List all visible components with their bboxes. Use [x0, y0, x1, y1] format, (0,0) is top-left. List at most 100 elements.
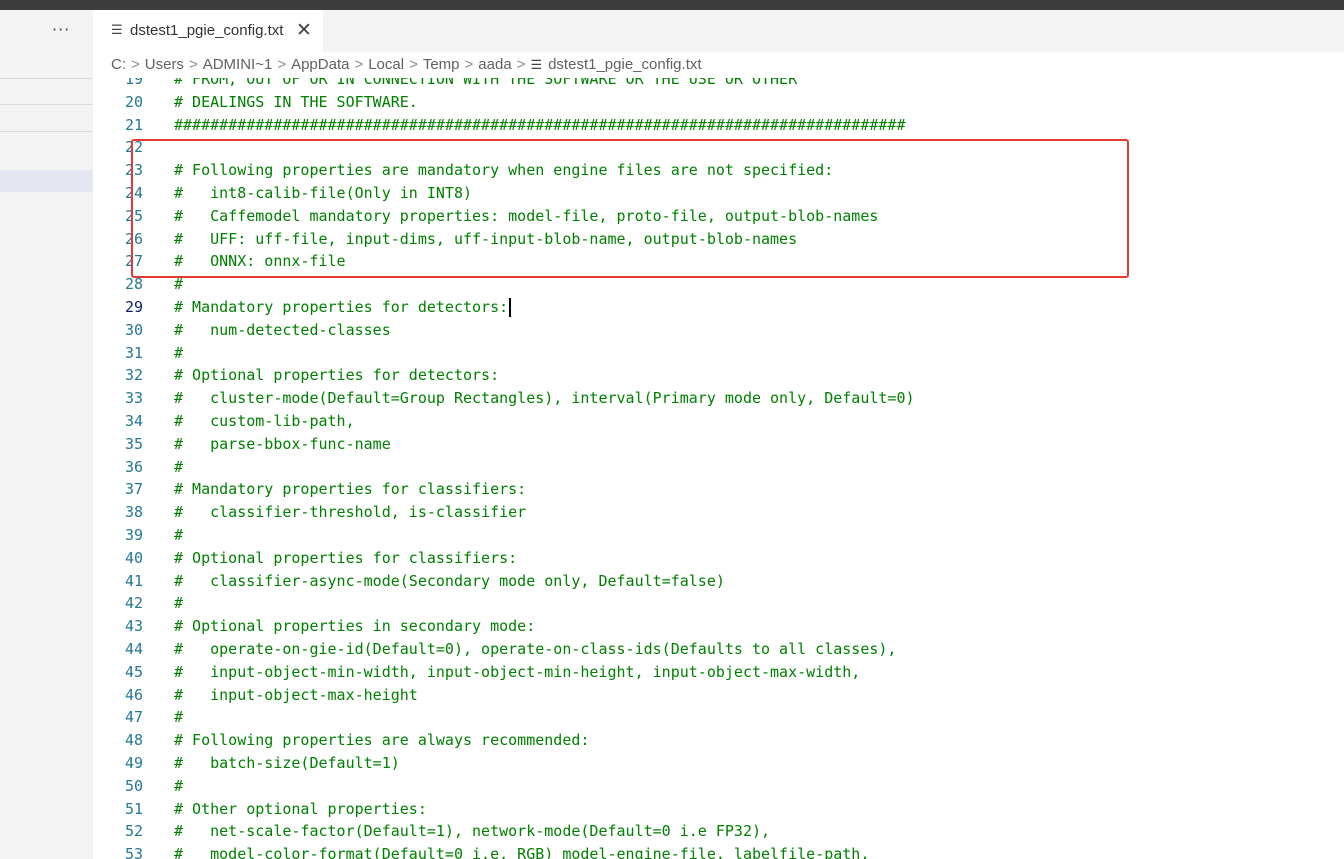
breadcrumb-item-file[interactable]: dstest1_pgie_config.txt — [548, 56, 701, 73]
code-line[interactable]: 51 # Other optional properties: — [93, 798, 1344, 820]
code-line[interactable]: 21 ######################################… — [93, 114, 1344, 136]
chevron-right-icon: > — [277, 56, 287, 73]
sidebar-selected-item[interactable] — [0, 170, 93, 192]
code-line[interactable]: 53 # model-color-format(Default=0 i.e. RG… — [93, 843, 1344, 859]
line-number: 19 — [124, 78, 143, 88]
line-number: 31 — [124, 343, 143, 362]
text-cursor — [509, 298, 512, 317]
code-text: # — [174, 526, 184, 544]
line-number: 36 — [124, 457, 143, 476]
code-text: # operate-on-gie-id(Default=0), operate-… — [174, 640, 897, 658]
breadcrumb: C: > Users > ADMINI~1 > AppData > Local > Temp > aad… — [93, 52, 1344, 78]
line-number: 51 — [124, 799, 143, 818]
code-text: # Following properties are always recomm… — [174, 731, 590, 750]
breadcrumb-item-admin[interactable]: ADMINI~1 — [203, 56, 273, 73]
code-line[interactable]: 46 # input-object-max-height — [93, 684, 1344, 706]
code-text: # batch-size(Default=1) — [174, 754, 400, 772]
line-number: 45 — [124, 662, 143, 681]
code-line[interactable]: 42 # — [93, 592, 1344, 614]
code-text: # — [174, 776, 184, 795]
annotation-box — [131, 139, 1129, 278]
line-number: 46 — [124, 685, 143, 704]
code-line[interactable]: 37 # Mandatory properties for classifiers… — [93, 478, 1344, 500]
line-number: 30 — [124, 320, 143, 339]
tab-bar: ☰ dstest1_pgie_config.txt ✕ — [93, 10, 1344, 52]
breadcrumb-item-aada[interactable]: aada — [478, 56, 511, 73]
code-line[interactable]: 43 # Optional properties in secondary mod… — [93, 615, 1344, 637]
title-bar — [0, 0, 1344, 10]
line-number: 33 — [124, 389, 143, 408]
line-number: 34 — [124, 412, 143, 430]
code-text: # Optional properties in secondary mode: — [174, 617, 536, 636]
more-actions-icon[interactable]: ··· — [52, 20, 70, 39]
close-icon[interactable]: ✕ — [296, 19, 312, 41]
chevron-right-icon: > — [409, 56, 418, 73]
code-text: # net-scale-factor(Default=1), network-m… — [174, 822, 771, 841]
code-line[interactable]: 35 # parse-bbox-func-name — [93, 433, 1344, 455]
code-line[interactable]: 33 # cluster-mode(Default=Group Rectangle… — [93, 387, 1344, 409]
code-text: # classifier-threshold, is-classifier — [174, 503, 527, 522]
code-line[interactable]: 41 # classifier-async-mode(Secondary mode… — [93, 570, 1344, 592]
code-text: # Optional properties for detectors: — [174, 366, 500, 385]
code-text: # cluster-mode(Default=Group Rectangles)… — [174, 389, 915, 408]
code-line[interactable]: 44 # operate-on-gie-id(Default=0), operat… — [93, 638, 1344, 660]
code-text: # DEALINGS IN THE SOFTWARE. — [174, 92, 418, 111]
code-line[interactable]: 38 # classifier-threshold, is-classifier — [93, 501, 1344, 523]
breadcrumb-item-users[interactable]: Users — [145, 56, 184, 73]
code-line[interactable]: 52 # net-scale-factor(Default=1), network… — [93, 820, 1344, 842]
code-line[interactable]: 29 # Mandatory properties for detectors: — [93, 296, 1344, 318]
code-text: # input-object-min-width, input-object-m… — [174, 662, 861, 681]
explorer-sidebar: ··· — [0, 10, 93, 859]
line-number: 29 — [124, 298, 143, 316]
line-number: 42 — [124, 594, 143, 613]
line-number: 41 — [124, 571, 143, 590]
code-text: # FROM, OUT OF OR IN CONNECTION WITH THE… — [174, 78, 798, 88]
code-text: # Mandatory properties for classifiers: — [174, 480, 527, 499]
code-line[interactable]: 39 # — [93, 524, 1344, 546]
breadcrumb-item-temp[interactable]: Temp — [423, 56, 460, 73]
chevron-right-icon: > — [188, 56, 198, 73]
code-text: # — [174, 457, 184, 476]
code-text: # Other optional properties: — [174, 799, 427, 818]
code-line[interactable]: 45 # input-object-min-width, input-object… — [93, 661, 1344, 683]
code-line[interactable]: 30 # num-detected-classes — [93, 319, 1344, 341]
code-line[interactable]: 32 # Optional properties for detectors: — [93, 364, 1344, 386]
tab-label: dstest1_pgie_config.txt — [130, 22, 284, 39]
code-line[interactable]: 31 # — [93, 342, 1344, 364]
line-number: 39 — [124, 526, 143, 544]
code-text: # — [174, 594, 184, 613]
code-line[interactable]: 47 # — [93, 706, 1344, 728]
code-line[interactable]: 48 # Following properties are always reco… — [93, 729, 1344, 751]
sidebar-divider — [0, 131, 93, 132]
code-text: # — [174, 343, 184, 362]
line-number: 53 — [124, 845, 143, 859]
line-number: 47 — [124, 708, 143, 727]
line-number: 35 — [124, 434, 143, 453]
chevron-right-icon: > — [354, 56, 364, 73]
chevron-right-icon: > — [464, 56, 474, 73]
line-number: 20 — [124, 92, 143, 111]
line-number: 43 — [124, 617, 143, 636]
code-line[interactable]: 40 # Optional properties for classifiers: — [93, 547, 1344, 569]
code-line[interactable]: 49 # batch-size(Default=1) — [93, 752, 1344, 774]
line-number: 49 — [124, 754, 143, 772]
code-line[interactable]: 20 # DEALINGS IN THE SOFTWARE. — [93, 91, 1344, 113]
code-text: # custom-lib-path, — [174, 412, 355, 430]
line-number: 44 — [124, 640, 143, 658]
breadcrumb-item-local[interactable]: Local — [368, 56, 404, 73]
code-text: # Optional properties for classifiers: — [174, 548, 518, 567]
breadcrumb-item-drive[interactable]: C: — [111, 56, 126, 73]
chevron-right-icon: > — [516, 56, 526, 73]
code-line[interactable]: 19 # FROM, OUT OF OR IN CONNECTION WITH T… — [93, 78, 1344, 90]
line-number: 38 — [124, 503, 143, 522]
line-number: 32 — [124, 366, 143, 385]
code-line[interactable]: 36 # — [93, 456, 1344, 478]
line-number: 52 — [124, 822, 143, 841]
code-text: # Mandatory properties for detectors: — [174, 296, 512, 318]
tab-dstest1-pgie-config[interactable]: ☰ dstest1_pgie_config.txt ✕ — [93, 10, 323, 52]
breadcrumb-item-appdata[interactable]: AppData — [291, 56, 349, 73]
line-number: 50 — [124, 776, 143, 795]
code-line[interactable]: 34 # custom-lib-path, — [93, 410, 1344, 432]
code-line[interactable]: 50 # — [93, 775, 1344, 797]
line-number: 21 — [124, 115, 143, 134]
